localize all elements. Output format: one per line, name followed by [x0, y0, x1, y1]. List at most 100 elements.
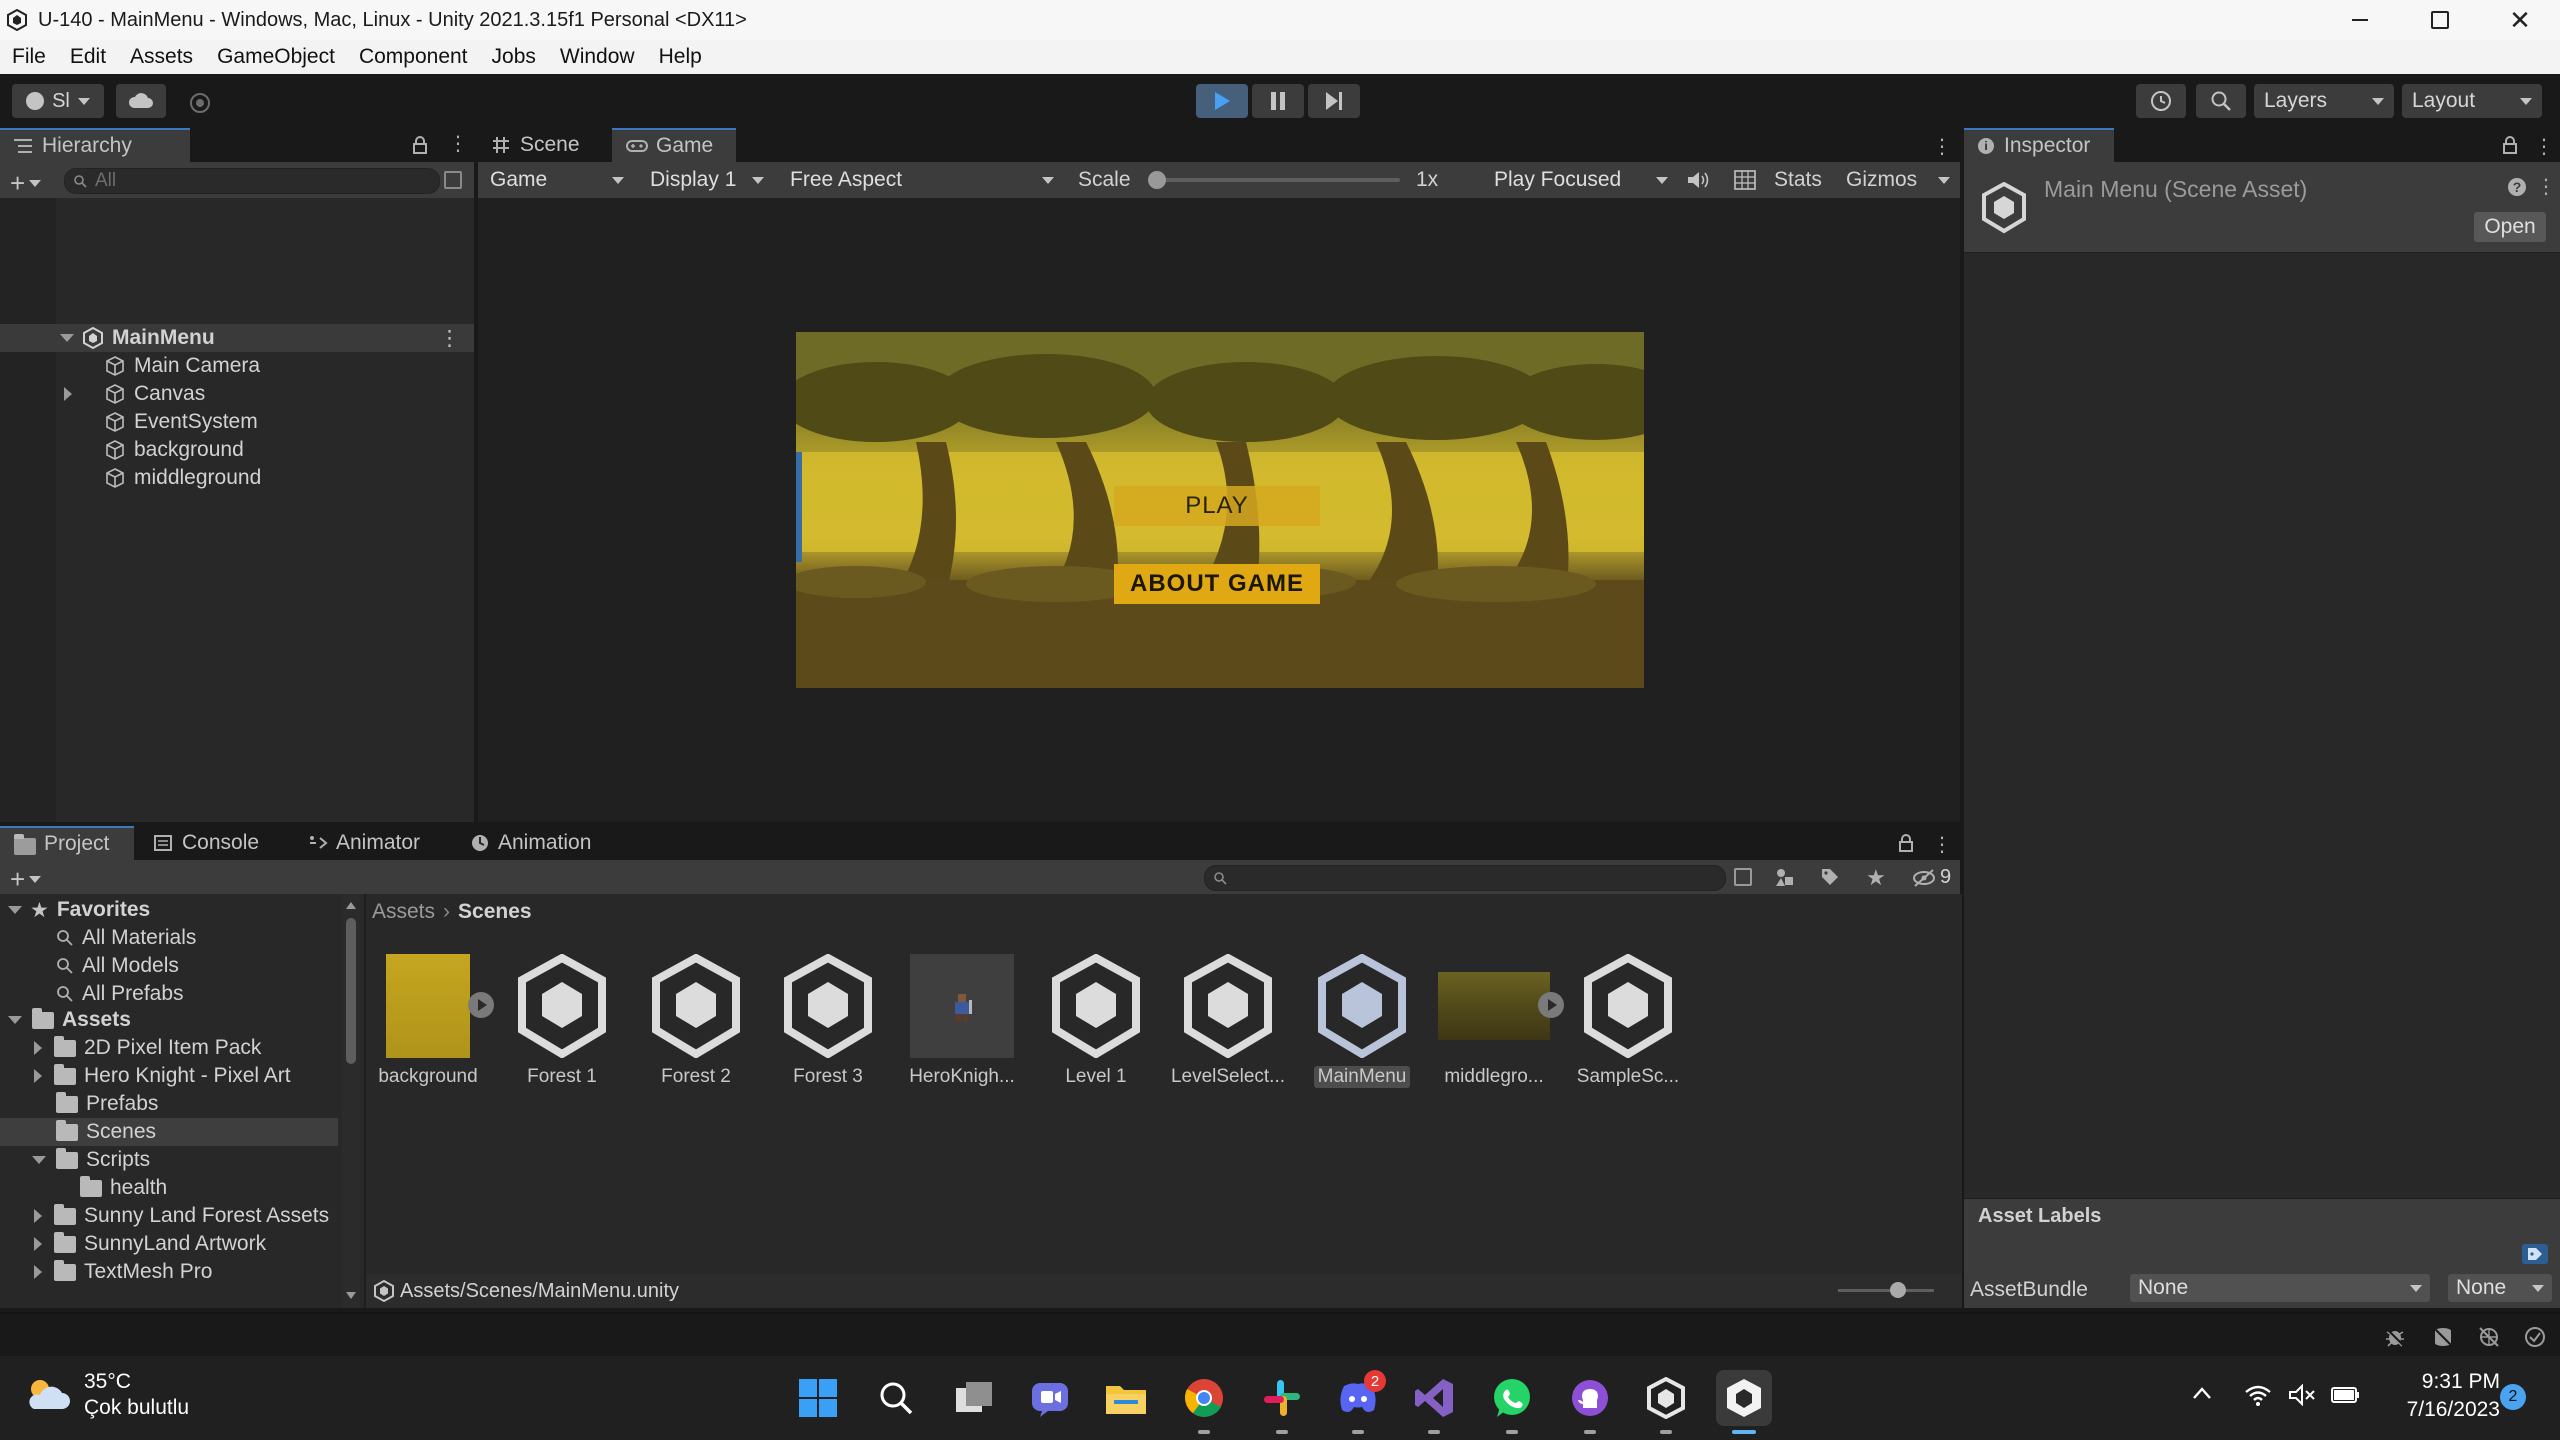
folder-item-selected[interactable]: Scenes	[0, 1118, 338, 1146]
undo-history-button[interactable]	[2136, 84, 2186, 118]
more-options-icon[interactable]: ⋮	[2534, 134, 2554, 159]
asset-item[interactable]: middlegro...	[1434, 952, 1564, 1088]
favorite-item[interactable]: All Materials	[0, 924, 196, 952]
favorites-star-icon[interactable]: ★	[1866, 865, 1886, 891]
tree-scrollbar[interactable]	[342, 894, 360, 1308]
mute-audio-button[interactable]	[1686, 170, 1710, 190]
hierarchy-item[interactable]: background	[0, 436, 474, 464]
expand-arrow-icon[interactable]	[34, 1209, 42, 1223]
game-viewport[interactable]: PLAY ABOUT GAME	[478, 198, 1960, 822]
play-game-button[interactable]: PLAY	[1114, 486, 1320, 526]
unity-hub-button[interactable]	[1638, 1370, 1694, 1434]
hierarchy-item[interactable]: Main Camera	[0, 352, 474, 380]
favorite-item[interactable]: All Prefabs	[0, 980, 196, 1008]
expand-arrow-icon[interactable]	[34, 1069, 42, 1083]
unity-editor-button[interactable]	[1716, 1370, 1772, 1434]
expand-arrow-icon[interactable]	[8, 1016, 22, 1024]
menu-edit[interactable]: Edit	[70, 45, 106, 69]
menu-help[interactable]: Help	[659, 45, 702, 69]
lock-icon[interactable]	[2502, 136, 2518, 154]
expand-arrow-icon[interactable]	[34, 1041, 42, 1055]
file-explorer-button[interactable]	[1098, 1370, 1154, 1426]
chevron-down-icon[interactable]	[1938, 177, 1950, 184]
favorites-header[interactable]: ★ Favorites	[0, 896, 150, 924]
menu-jobs[interactable]: Jobs	[492, 45, 536, 69]
more-options-icon[interactable]: ⋮	[2536, 174, 2556, 199]
scroll-up-icon[interactable]	[346, 902, 356, 909]
scroll-down-icon[interactable]	[346, 1292, 356, 1299]
tab-game[interactable]: Game	[612, 128, 736, 162]
breadcrumb-scenes[interactable]: Scenes	[458, 900, 532, 924]
scrollbar-thumb[interactable]	[346, 918, 356, 1064]
notification-badge[interactable]: 2	[2500, 1384, 2526, 1410]
teams-chat-button[interactable]	[1022, 1370, 1078, 1426]
pause-button[interactable]	[1252, 84, 1304, 118]
create-button[interactable]: +	[10, 168, 42, 199]
game-view-dropdown[interactable]: Game	[482, 165, 632, 195]
menu-file[interactable]: File	[12, 45, 46, 69]
tab-hierarchy[interactable]: Hierarchy	[0, 128, 190, 162]
lock-icon[interactable]	[412, 136, 428, 154]
more-options-icon[interactable]: ⋮	[1932, 832, 1952, 857]
folder-item[interactable]: Prefabs	[0, 1090, 338, 1118]
menu-component[interactable]: Component	[359, 45, 468, 69]
expand-arrow-icon[interactable]	[34, 1237, 42, 1251]
expand-sprite-icon[interactable]	[1538, 992, 1564, 1018]
asset-item[interactable]: LevelSelect...	[1168, 952, 1288, 1088]
tab-console[interactable]: Console	[140, 826, 273, 860]
gizmos-button[interactable]: Gizmos	[1846, 168, 1917, 192]
about-game-button[interactable]: ABOUT GAME	[1114, 564, 1320, 604]
github-desktop-button[interactable]	[1562, 1370, 1618, 1434]
folder-item[interactable]: SunnyLand Artwork	[0, 1230, 338, 1258]
menu-window[interactable]: Window	[560, 45, 635, 69]
expand-arrow-icon[interactable]	[60, 334, 74, 342]
help-icon[interactable]: ?	[2508, 178, 2526, 196]
asset-item[interactable]: SampleSc...	[1568, 952, 1688, 1088]
collab-button[interactable]	[186, 89, 216, 119]
cloud-button[interactable]	[116, 84, 166, 118]
scale-slider[interactable]	[1148, 171, 1400, 189]
close-button[interactable]: ✕	[2480, 0, 2560, 40]
play-button[interactable]	[1196, 84, 1248, 118]
hierarchy-item[interactable]: middleground	[0, 464, 474, 492]
asset-item[interactable]: Forest 3	[768, 952, 888, 1088]
menu-gameobject[interactable]: GameObject	[217, 45, 335, 69]
tab-animator[interactable]: Animator	[294, 826, 434, 860]
debug-mode-icon[interactable]	[2384, 1326, 2406, 1348]
asset-item[interactable]: Forest 2	[636, 952, 756, 1088]
play-mode-dropdown[interactable]: Play Focused	[1486, 165, 1676, 195]
scale-slider-handle[interactable]	[1148, 171, 1166, 189]
hierarchy-scene-row[interactable]: MainMenu ⋮	[0, 324, 474, 352]
hierarchy-search-input[interactable]: All	[64, 168, 440, 194]
hidden-packages-toggle[interactable]: 9	[1912, 866, 1951, 889]
restore-button[interactable]	[2400, 0, 2480, 40]
assetbundle-variant-dropdown[interactable]: None	[2448, 1274, 2552, 1302]
lock-icon[interactable]	[1898, 834, 1914, 852]
account-dropdown[interactable]: Sl	[12, 84, 104, 118]
menu-assets[interactable]: Assets	[130, 45, 193, 69]
folder-item[interactable]: Scripts	[0, 1146, 338, 1174]
whatsapp-button[interactable]	[1484, 1370, 1540, 1434]
volume-muted-icon[interactable]	[2288, 1384, 2316, 1406]
asset-item[interactable]: Level 1	[1036, 952, 1156, 1088]
expand-arrow-icon[interactable]	[8, 906, 22, 914]
asset-item[interactable]: background	[368, 952, 494, 1088]
favorite-item[interactable]: All Models	[0, 952, 196, 980]
create-button[interactable]: +	[10, 864, 42, 895]
filter-by-label-icon[interactable]	[1820, 867, 1840, 887]
layers-dropdown[interactable]: Layers	[2254, 84, 2394, 118]
asset-item[interactable]: Forest 1	[502, 952, 622, 1088]
cache-server-icon[interactable]	[2432, 1326, 2454, 1348]
asset-item-selected[interactable]: MainMenu	[1302, 952, 1422, 1094]
tab-project[interactable]: Project	[0, 826, 134, 860]
clock[interactable]: 9:31 PM 7/16/2023	[2380, 1370, 2500, 1422]
taskbar-search-button[interactable]	[868, 1370, 924, 1426]
chrome-button[interactable]	[1176, 1370, 1232, 1434]
tab-inspector[interactable]: i Inspector	[1964, 128, 2114, 162]
label-tag-button[interactable]	[2522, 1244, 2548, 1264]
hierarchy-item[interactable]: Canvas	[0, 380, 474, 408]
battery-icon[interactable]	[2330, 1384, 2360, 1406]
folder-item[interactable]: Hero Knight - Pixel Art	[0, 1062, 338, 1090]
stats-button[interactable]: Stats	[1774, 168, 1822, 192]
expand-arrow-icon[interactable]	[34, 1265, 42, 1279]
